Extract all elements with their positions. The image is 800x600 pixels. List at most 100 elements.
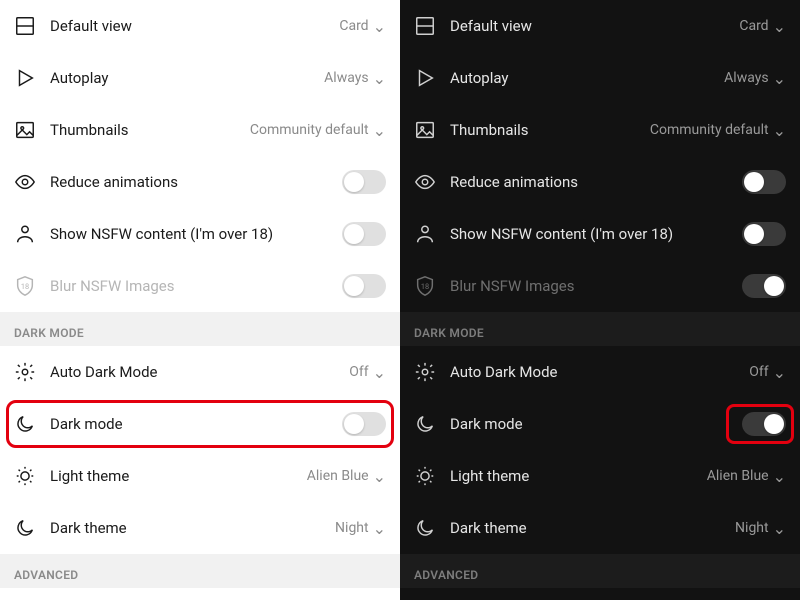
row-label: Dark theme	[50, 519, 321, 537]
row-value: Night⌄	[335, 519, 386, 538]
row-default-view[interactable]: Default view Card⌄	[400, 0, 800, 52]
chevron-down-icon: ⌄	[373, 363, 386, 382]
row-light-theme[interactable]: Light theme Alien Blue⌄	[0, 450, 400, 502]
row-label: Light theme	[450, 467, 693, 485]
row-default-view[interactable]: Default view Card⌄	[0, 0, 400, 52]
row-label: Show NSFW content (I'm over 18)	[50, 225, 328, 243]
row-dark-mode[interactable]: Dark mode	[0, 398, 400, 450]
svg-text:18: 18	[21, 282, 29, 291]
row-show-nsfw[interactable]: Show NSFW content (I'm over 18)	[400, 208, 800, 260]
row-autoplay[interactable]: Autoplay Always⌄	[400, 52, 800, 104]
shield-18-icon: 18	[414, 275, 436, 297]
sun-outline-icon	[14, 465, 36, 487]
toggle-blur-nsfw	[742, 274, 786, 298]
settings-panel-light: Default view Card⌄ Autoplay Always⌄ Thum…	[0, 0, 400, 600]
settings-panel-dark: Default view Card⌄ Autoplay Always⌄ Thum…	[400, 0, 800, 600]
row-label: Auto Dark Mode	[50, 363, 335, 381]
row-thumbnails[interactable]: Thumbnails Community default⌄	[400, 104, 800, 156]
row-value: Card⌄	[339, 17, 386, 36]
row-label: Blur NSFW Images	[50, 277, 328, 295]
row-value: Always⌄	[724, 69, 786, 88]
row-label: Auto Dark Mode	[450, 363, 735, 381]
section-header-dark-mode: DARK MODE	[0, 312, 400, 346]
section-header-dark-mode: DARK MODE	[400, 312, 800, 346]
sun-outline-icon	[414, 465, 436, 487]
toggle-show-nsfw[interactable]	[342, 222, 386, 246]
eye-icon	[14, 171, 36, 193]
chevron-down-icon: ⌄	[773, 519, 786, 538]
play-icon	[14, 67, 36, 89]
moon-icon	[414, 517, 436, 539]
chevron-down-icon: ⌄	[373, 467, 386, 486]
row-label: Reduce animations	[450, 173, 728, 191]
row-reduce-animations[interactable]: Reduce animations	[0, 156, 400, 208]
row-value: Community default⌄	[650, 121, 786, 140]
row-value: Off⌄	[349, 363, 386, 382]
chevron-down-icon: ⌄	[773, 69, 786, 88]
row-label: Dark theme	[450, 519, 721, 537]
grid-icon	[414, 15, 436, 37]
row-value: Night⌄	[735, 519, 786, 538]
row-label: Show NSFW content (I'm over 18)	[450, 225, 728, 243]
chevron-down-icon: ⌄	[773, 17, 786, 36]
row-label: Reduce animations	[50, 173, 328, 191]
row-dark-theme[interactable]: Dark theme Night⌄	[400, 502, 800, 554]
toggle-blur-nsfw	[342, 274, 386, 298]
toggle-show-nsfw[interactable]	[742, 222, 786, 246]
chevron-down-icon: ⌄	[773, 363, 786, 382]
row-value: Always⌄	[324, 69, 386, 88]
row-thumbnails[interactable]: Thumbnails Community default⌄	[0, 104, 400, 156]
toggle-reduce-animations[interactable]	[342, 170, 386, 194]
row-dark-theme[interactable]: Dark theme Night⌄	[0, 502, 400, 554]
moon-icon	[414, 413, 436, 435]
row-reduce-animations[interactable]: Reduce animations	[400, 156, 800, 208]
row-label: Dark mode	[450, 415, 728, 433]
row-label: Light theme	[50, 467, 293, 485]
person-icon	[14, 223, 36, 245]
row-blur-nsfw: 18 Blur NSFW Images	[0, 260, 400, 312]
image-icon	[14, 119, 36, 141]
row-blur-nsfw: 18 Blur NSFW Images	[400, 260, 800, 312]
gear-icon	[414, 361, 436, 383]
row-auto-dark-mode[interactable]: Auto Dark Mode Off⌄	[400, 346, 800, 398]
row-show-nsfw[interactable]: Show NSFW content (I'm over 18)	[0, 208, 400, 260]
chevron-down-icon: ⌄	[773, 467, 786, 486]
grid-icon	[14, 15, 36, 37]
row-light-theme[interactable]: Light theme Alien Blue⌄	[400, 450, 800, 502]
moon-icon	[14, 413, 36, 435]
row-autoplay[interactable]: Autoplay Always⌄	[0, 52, 400, 104]
row-value: Off⌄	[749, 363, 786, 382]
chevron-down-icon: ⌄	[773, 121, 786, 140]
row-label: Default view	[450, 17, 725, 35]
image-icon	[414, 119, 436, 141]
person-icon	[414, 223, 436, 245]
gear-icon	[14, 361, 36, 383]
chevron-down-icon: ⌄	[373, 69, 386, 88]
row-value: Alien Blue⌄	[707, 467, 786, 486]
row-label: Thumbnails	[450, 121, 636, 139]
row-label: Autoplay	[50, 69, 310, 87]
row-label: Dark mode	[50, 415, 328, 433]
shield-18-icon: 18	[14, 275, 36, 297]
section-header-advanced: ADVANCED	[400, 554, 800, 588]
row-dark-mode[interactable]: Dark mode	[400, 398, 800, 450]
row-label: Default view	[50, 17, 325, 35]
section-header-advanced: ADVANCED	[0, 554, 400, 588]
toggle-reduce-animations[interactable]	[742, 170, 786, 194]
row-label: Blur NSFW Images	[450, 277, 728, 295]
row-label: Thumbnails	[50, 121, 236, 139]
svg-text:18: 18	[421, 282, 429, 291]
toggle-dark-mode[interactable]	[342, 412, 386, 436]
chevron-down-icon: ⌄	[373, 121, 386, 140]
row-value: Card⌄	[739, 17, 786, 36]
play-icon	[414, 67, 436, 89]
moon-icon	[14, 517, 36, 539]
eye-icon	[414, 171, 436, 193]
row-value: Alien Blue⌄	[307, 467, 386, 486]
row-value: Community default⌄	[250, 121, 386, 140]
chevron-down-icon: ⌄	[373, 17, 386, 36]
row-label: Autoplay	[450, 69, 710, 87]
chevron-down-icon: ⌄	[373, 519, 386, 538]
toggle-dark-mode[interactable]	[742, 412, 786, 436]
row-auto-dark-mode[interactable]: Auto Dark Mode Off⌄	[0, 346, 400, 398]
